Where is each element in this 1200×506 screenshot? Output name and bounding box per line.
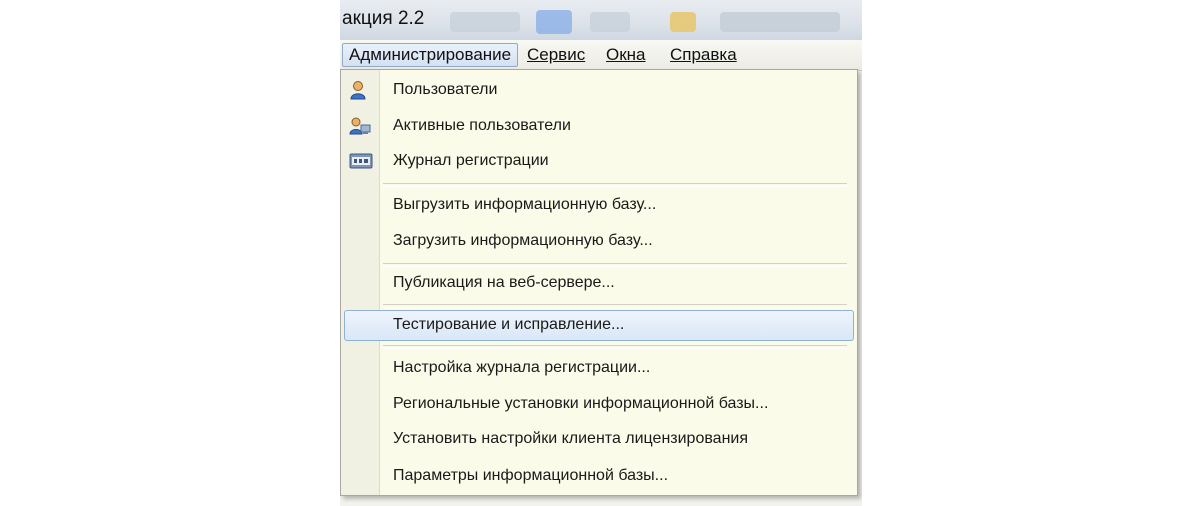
menu-item-label: Выгрузить информационную базу... bbox=[393, 196, 657, 213]
menu-item-users[interactable]: Пользователи bbox=[341, 73, 857, 107]
menu-item-active-users[interactable]: Активные пользователи bbox=[341, 109, 857, 143]
app-window: акция 2.2 Администрирование Сервис Окна … bbox=[340, 0, 862, 506]
active-users-icon bbox=[349, 116, 371, 136]
toolbar-button-blurred[interactable] bbox=[450, 12, 520, 32]
menu-help[interactable]: Справка bbox=[664, 43, 743, 67]
menu-item-label: Журнал регистрации bbox=[393, 152, 549, 169]
menu-item-event-log-settings[interactable]: Настройка журнала регистрации... bbox=[341, 351, 857, 385]
menu-bar: Администрирование Сервис Окна Справка bbox=[340, 40, 862, 71]
menu-item-label: Установить настройки клиента лицензирова… bbox=[393, 430, 748, 447]
menu-item-export-infobase[interactable]: Выгрузить информационную базу... bbox=[341, 188, 857, 222]
menu-service[interactable]: Сервис bbox=[521, 43, 591, 67]
toolbar-button-blurred[interactable] bbox=[590, 12, 630, 32]
menu-item-test-and-repair[interactable]: Тестирование и исправление... bbox=[341, 308, 857, 342]
menu-item-web-publish[interactable]: Публикация на веб-сервере... bbox=[341, 266, 857, 300]
title-bar: акция 2.2 bbox=[340, 0, 862, 40]
toolbar-icon-blurred[interactable] bbox=[536, 10, 572, 34]
menu-item-licensing-client-settings[interactable]: Установить настройки клиента лицензирова… bbox=[341, 422, 857, 456]
menu-administration[interactable]: Администрирование bbox=[342, 43, 519, 67]
folder-icon[interactable] bbox=[670, 12, 696, 32]
menu-label: Администрирование bbox=[349, 45, 512, 64]
menu-item-label: Региональные установки информационной ба… bbox=[393, 395, 769, 412]
menu-item-infobase-parameters[interactable]: Параметры информационной базы... bbox=[341, 459, 857, 493]
menu-separator bbox=[383, 345, 847, 349]
menu-item-label: Публикация на веб-сервере... bbox=[393, 274, 615, 291]
menu-item-regional-settings[interactable]: Региональные установки информационной ба… bbox=[341, 387, 857, 421]
menu-item-label: Тестирование и исправление... bbox=[393, 316, 625, 333]
toolbar-button-blurred[interactable] bbox=[720, 12, 840, 32]
administration-dropdown-menu: Пользователи Активные пользователи Журна… bbox=[340, 69, 858, 496]
menu-item-label: Загрузить информационную базу... bbox=[393, 232, 653, 249]
menu-item-import-infobase[interactable]: Загрузить информационную базу... bbox=[341, 224, 857, 258]
event-log-icon bbox=[349, 151, 373, 171]
menu-label: Справка bbox=[670, 45, 737, 64]
menu-label: Окна bbox=[606, 45, 646, 64]
menu-item-label: Настройка журнала регистрации... bbox=[393, 359, 651, 376]
menu-windows[interactable]: Окна bbox=[600, 43, 652, 67]
user-icon bbox=[349, 80, 371, 100]
menu-item-label: Пользователи bbox=[393, 81, 498, 98]
menu-item-label: Активные пользователи bbox=[393, 117, 571, 134]
menu-item-event-log[interactable]: Журнал регистрации bbox=[341, 144, 857, 178]
window-title: акция 2.2 bbox=[342, 8, 425, 29]
menu-item-label: Параметры информационной базы... bbox=[393, 467, 669, 484]
menu-separator bbox=[383, 183, 847, 187]
menu-label: Сервис bbox=[527, 45, 586, 64]
